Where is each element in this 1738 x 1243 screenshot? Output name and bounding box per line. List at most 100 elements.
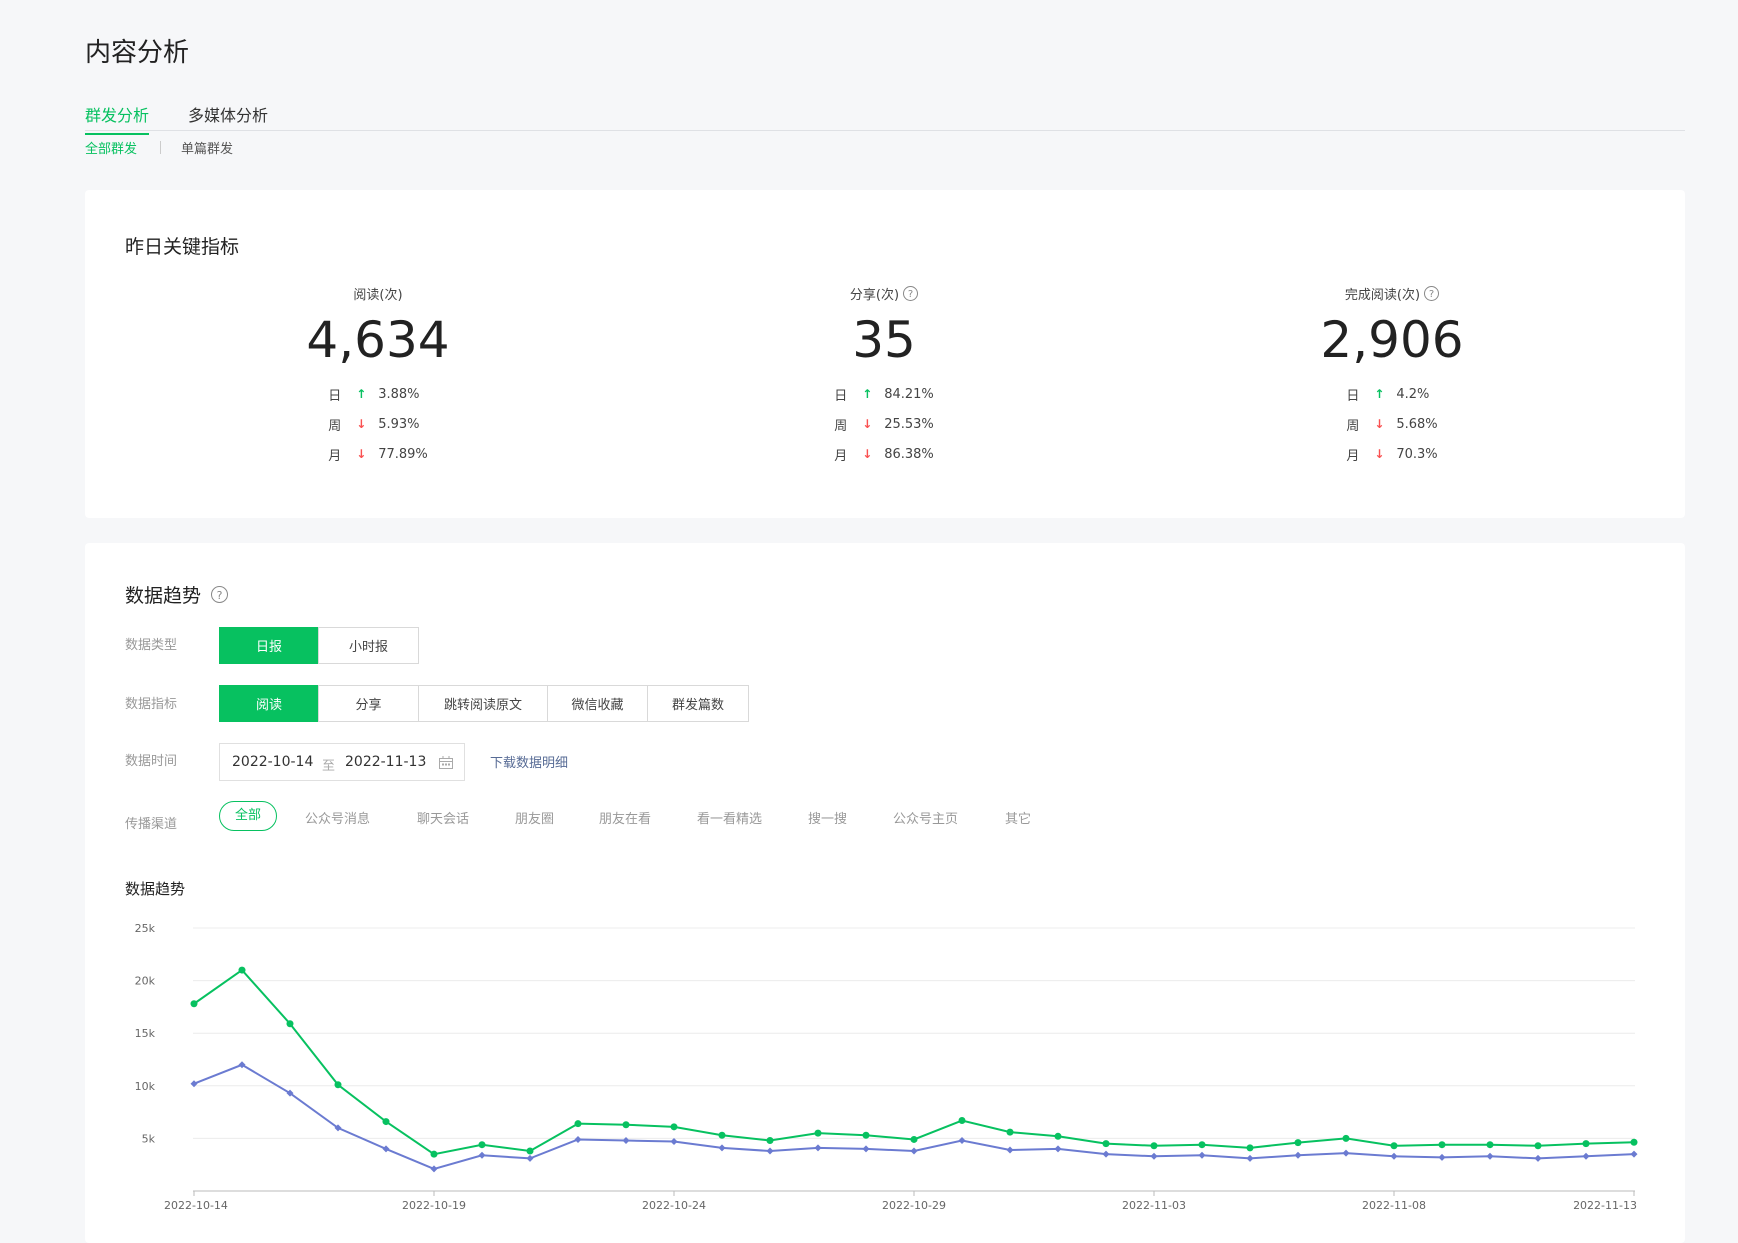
data-point — [1246, 1154, 1254, 1162]
data-point — [1486, 1152, 1494, 1160]
metric-label: 完成阅读(次) ? — [1344, 284, 1440, 303]
y-tick-label: 20k — [135, 975, 156, 988]
metric-change-day: 日 ↑ 3.88% — [328, 379, 428, 409]
change-percent: 25.53% — [884, 416, 934, 432]
data-point — [1198, 1141, 1206, 1149]
metric-label-text: 分享(次) — [849, 288, 900, 303]
data-trend-card: 数据趋势 ? 数据类型 日报 小时报 数据指标 阅读 分享 跳转阅读原文 微信收… — [85, 543, 1685, 1243]
data-point — [526, 1147, 534, 1155]
data-point — [1102, 1150, 1110, 1158]
data-point — [430, 1150, 438, 1158]
data-point — [286, 1020, 294, 1028]
data-point — [1150, 1142, 1158, 1150]
period-label: 日 — [1346, 388, 1360, 404]
period-label: 日 — [834, 388, 848, 404]
data-point — [1630, 1150, 1638, 1158]
arrow-up-icon: ↑ — [862, 387, 873, 401]
y-tick-label: 25k — [135, 922, 156, 935]
metric-change-day: 日 ↑ 4.2% — [1346, 379, 1437, 409]
metric-label: 分享(次) ? — [849, 284, 919, 303]
data-point — [718, 1131, 726, 1139]
x-tick-label: 2022-10-24 — [642, 1199, 706, 1212]
data-point — [718, 1144, 726, 1152]
help-icon[interactable]: ? — [903, 286, 919, 301]
period-label: 周 — [1346, 418, 1360, 434]
subtab-divider — [160, 141, 161, 154]
change-percent: 3.88% — [378, 386, 420, 402]
tab-mass-send-analysis[interactable]: 群发分析 — [85, 102, 150, 135]
metric-completed-reads: 完成阅读(次) ? 2,906 日 ↑ 4.2% 周 ↓ 5.68% 月 ↓ 70.3% — [1232, 284, 1552, 469]
x-tick-label: 2022-10-19 — [402, 1199, 466, 1212]
arrow-down-icon: ↓ — [356, 417, 367, 431]
metric-reads: 阅读(次) 4,634 日 ↑ 3.88% 周 ↓ 5.93% 月 ↓ 77.89% — [218, 284, 538, 469]
x-tick-label: 2022-11-13 — [1573, 1199, 1637, 1212]
data-point — [1342, 1134, 1350, 1142]
data-point — [1246, 1144, 1254, 1152]
data-point — [1438, 1141, 1446, 1149]
tab-label: 群发分析 — [85, 106, 150, 125]
help-icon[interactable]: ? — [1424, 286, 1440, 301]
data-point — [1294, 1139, 1302, 1147]
metric-change-week: 周 ↓ 25.53% — [834, 409, 934, 439]
metric-label: 阅读(次) — [353, 284, 402, 303]
data-point — [526, 1154, 534, 1162]
data-point — [1390, 1142, 1398, 1150]
main-tabs: 群发分析 多媒体分析 — [85, 96, 1685, 135]
change-percent: 84.21% — [884, 386, 934, 402]
change-percent: 4.2% — [1396, 386, 1430, 402]
arrow-up-icon: ↑ — [1374, 387, 1385, 401]
arrow-down-icon: ↓ — [1374, 447, 1385, 461]
subtab-single-mass-send[interactable]: 单篇群发 — [181, 138, 233, 157]
trend-line-chart: 5k 10k 15k 20k 25k 2022-10-14 2022-10-19 2022-1… — [135, 922, 1638, 1212]
metric-value: 4,634 — [306, 311, 450, 369]
data-point — [1582, 1140, 1590, 1148]
metric-change-week: 周 ↓ 5.93% — [328, 409, 428, 439]
data-point — [1534, 1142, 1542, 1150]
metric-label-text: 完成阅读(次) — [1344, 288, 1421, 303]
data-point — [478, 1151, 486, 1159]
data-point — [766, 1137, 774, 1145]
x-tick-label: 2022-10-14 — [164, 1199, 228, 1212]
period-label: 月 — [834, 448, 848, 464]
data-point — [334, 1081, 342, 1089]
series-line — [193, 968, 1635, 1156]
change-percent: 5.93% — [378, 416, 420, 432]
data-point — [1006, 1128, 1014, 1136]
arrow-down-icon: ↓ — [862, 447, 873, 461]
data-point — [910, 1147, 918, 1155]
tab-active-underline — [85, 133, 149, 135]
metric-change-rows: 日 ↑ 4.2% 周 ↓ 5.68% 月 ↓ 70.3% — [1346, 379, 1437, 469]
period-label: 日 — [328, 388, 342, 404]
data-point — [1054, 1145, 1062, 1153]
data-point — [1102, 1140, 1110, 1148]
subtab-all-mass-send[interactable]: 全部群发 — [85, 138, 137, 157]
change-percent: 86.38% — [884, 446, 934, 462]
data-point — [238, 966, 246, 974]
data-point — [766, 1147, 774, 1155]
data-point — [862, 1131, 870, 1139]
metric-change-day: 日 ↑ 84.21% — [834, 379, 934, 409]
data-point — [670, 1138, 678, 1146]
period-label: 月 — [328, 448, 342, 464]
metric-change-month: 月 ↓ 86.38% — [834, 439, 934, 469]
key-metrics-title: 昨日关键指标 — [125, 236, 240, 258]
data-point — [1294, 1151, 1302, 1159]
change-percent: 70.3% — [1396, 446, 1438, 462]
y-tick-label: 15k — [135, 1027, 156, 1040]
tab-multimedia-analysis[interactable]: 多媒体分析 — [188, 102, 268, 126]
metric-change-week: 周 ↓ 5.68% — [1346, 409, 1437, 439]
data-point — [1342, 1149, 1350, 1157]
x-tick-label: 2022-11-03 — [1122, 1199, 1186, 1212]
data-point — [1054, 1132, 1062, 1140]
data-point — [1630, 1138, 1638, 1146]
data-point — [1390, 1152, 1398, 1160]
arrow-up-icon: ↑ — [356, 387, 367, 401]
data-point — [622, 1121, 630, 1129]
data-point — [1582, 1152, 1590, 1160]
metric-change-rows: 日 ↑ 84.21% 周 ↓ 25.53% 月 ↓ 86.38% — [834, 379, 934, 469]
data-point — [814, 1144, 822, 1152]
data-point — [910, 1135, 918, 1143]
x-tick-label: 2022-10-29 — [882, 1199, 946, 1212]
arrow-down-icon: ↓ — [862, 417, 873, 431]
metric-shares: 分享(次) ? 35 日 ↑ 84.21% 周 ↓ 25.53% 月 ↓ 86.38% — [724, 284, 1044, 469]
